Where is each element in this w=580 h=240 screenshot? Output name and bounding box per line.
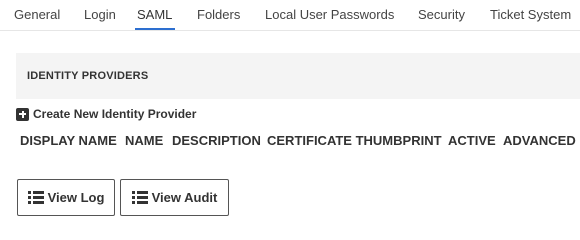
tab-login[interactable]: Login <box>84 7 116 22</box>
view-audit-label: View Audit <box>151 190 218 205</box>
view-log-label: View Log <box>47 190 105 205</box>
active-tab-indicator <box>135 28 175 30</box>
create-new-identity-provider-link[interactable]: Create New Identity Provider <box>16 106 196 122</box>
list-icon <box>27 191 44 204</box>
view-log-button[interactable]: View Log <box>17 179 115 216</box>
column-certificate-thumbprint[interactable]: CERTIFICATE THUMBPRINT <box>267 133 442 148</box>
column-name[interactable]: NAME <box>125 133 163 148</box>
tab-ticket-system[interactable]: Ticket System <box>490 7 571 22</box>
tab-general[interactable]: General <box>14 7 60 22</box>
tab-bar: General Login SAML Folders Local User Pa… <box>0 0 580 31</box>
identity-providers-header: IDENTITY PROVIDERS <box>16 53 580 99</box>
view-audit-button[interactable]: View Audit <box>120 179 229 216</box>
section-title: IDENTITY PROVIDERS <box>27 70 149 82</box>
create-new-identity-provider-label: Create New Identity Provider <box>33 107 197 121</box>
tab-security[interactable]: Security <box>418 7 465 22</box>
tab-folders[interactable]: Folders <box>197 7 240 22</box>
column-active[interactable]: ACTIVE <box>448 133 496 148</box>
tab-local-user-passwords[interactable]: Local User Passwords <box>265 7 394 22</box>
column-description[interactable]: DESCRIPTION <box>172 133 261 148</box>
tab-saml[interactable]: SAML <box>137 7 172 22</box>
column-display-name[interactable]: DISPLAY NAME <box>20 133 117 148</box>
list-icon <box>131 191 148 204</box>
plus-square-icon <box>16 107 29 121</box>
column-advanced[interactable]: ADVANCED <box>503 133 576 148</box>
